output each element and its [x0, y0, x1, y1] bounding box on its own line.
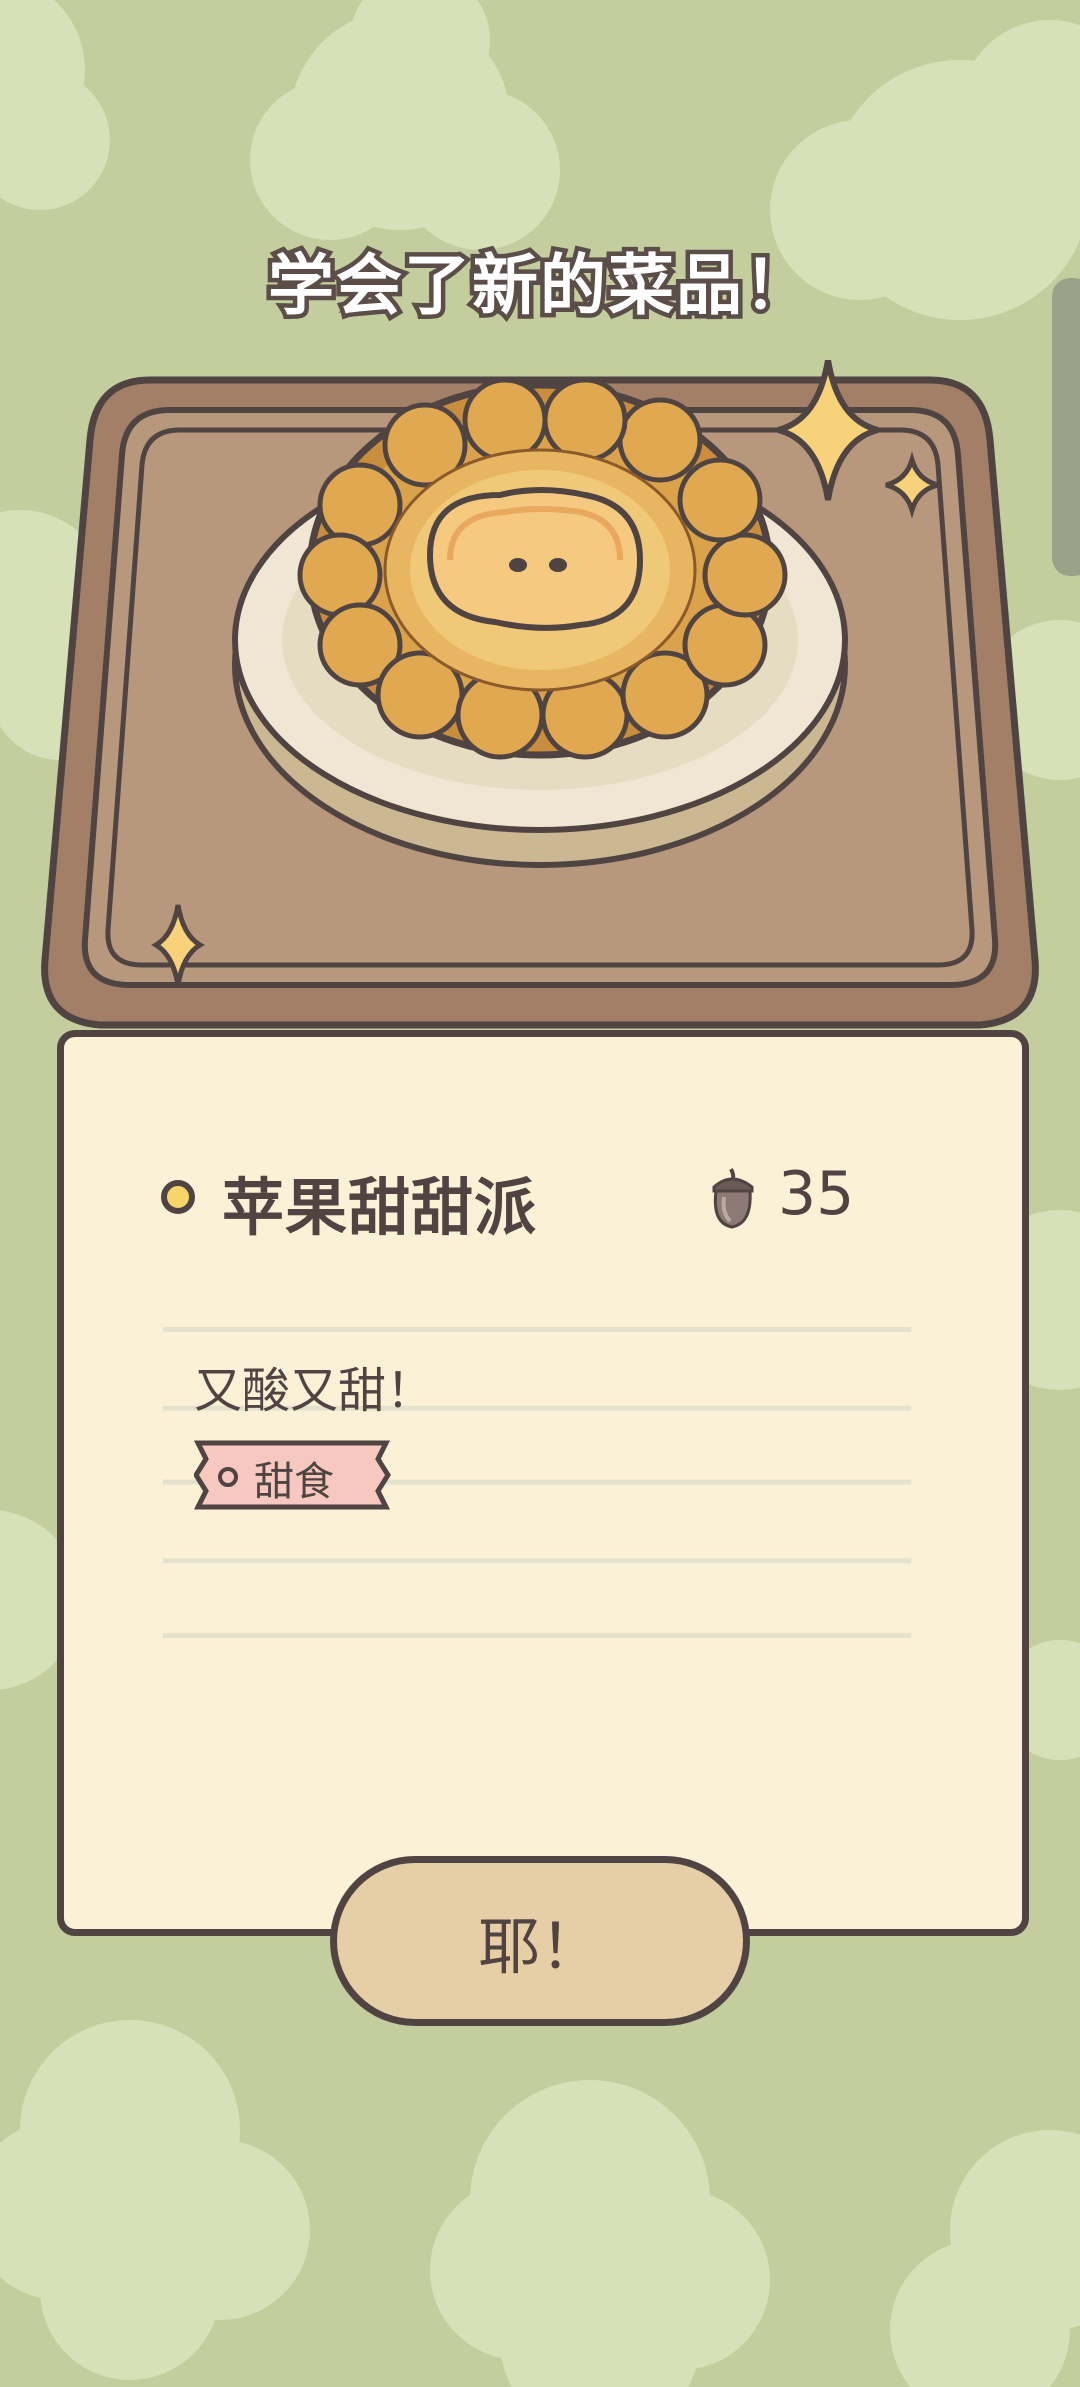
tag-dot-icon: [218, 1467, 238, 1487]
dish-name: 苹果甜甜派: [222, 1171, 538, 1244]
bullet-dot-icon: [161, 1180, 195, 1214]
serving-tray-illustration: [41, 360, 1039, 1029]
category-tag: 甜食: [194, 1437, 392, 1513]
page-title: 学会了新的菜品！: [264, 243, 815, 329]
dish-description: 又酸又甜！: [194, 1363, 435, 1419]
dish-info-card: 苹果甜甜派 35 又酸又甜！ 甜食: [57, 1030, 1029, 1936]
confirm-button[interactable]: 耶！: [330, 1856, 750, 2026]
price-value: 35: [778, 1159, 855, 1229]
tag-label: 甜食: [254, 1459, 334, 1505]
acorn-icon: [712, 1168, 754, 1229]
